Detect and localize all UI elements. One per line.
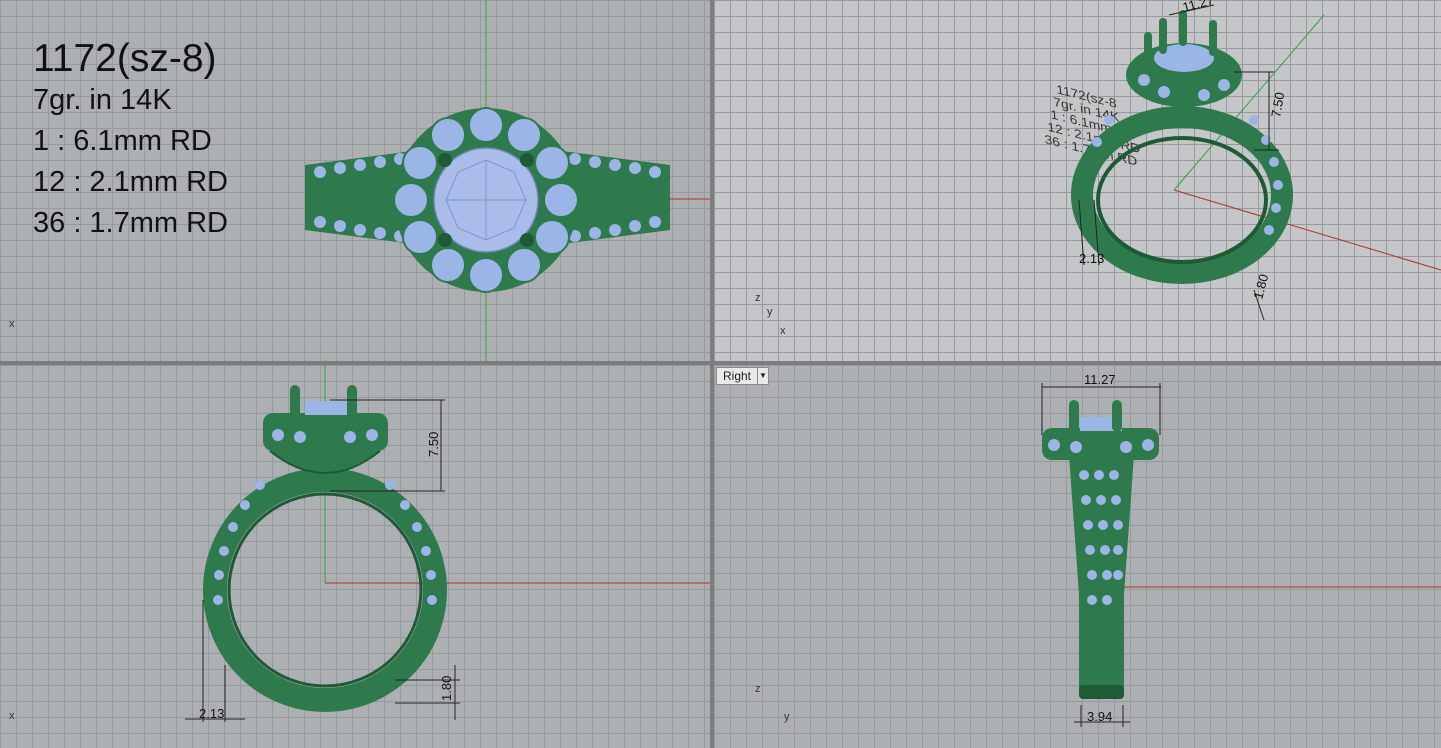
viewport-front[interactable]: 7.50 1.80 2.13 x — [0, 365, 710, 748]
axis-indicator-x: x — [9, 318, 15, 330]
dim-height: 7.50 — [1268, 91, 1287, 119]
dim-width: 11.27 — [1084, 372, 1116, 387]
viewport-top[interactable]: 1172(sz-8) 7gr. in 14K 1 : 6.1mm RD 12 :… — [0, 0, 710, 361]
axis-indicator-x: x — [9, 710, 15, 722]
dim-width: 11.27 — [1181, 0, 1215, 15]
viewport-perspective[interactable]: 1172(sz-8 7gr. in 14K 1 : 6.1mm RD 12 : … — [714, 0, 1441, 361]
dim-band: 1.80 — [439, 676, 454, 701]
front-view-model: 7.50 1.80 2.13 — [185, 365, 710, 722]
ring-shank — [1069, 455, 1134, 695]
axis-indicator-x: x — [780, 325, 786, 337]
dim-shank: 3.94 — [1087, 709, 1112, 724]
dim-height: 7.50 — [426, 432, 441, 457]
dim-band: 1.80 — [1250, 272, 1271, 300]
viewport-right[interactable]: Right ▼ 11.27 3.94 z y — [714, 365, 1441, 748]
axis-indicator-z: z — [755, 292, 761, 304]
dim-shank: 2.13 — [1079, 251, 1104, 266]
axis-indicator-z: z — [755, 683, 761, 695]
center-stone — [305, 401, 350, 415]
right-view-model: 11.27 3.94 — [1041, 372, 1441, 727]
perspective-view-model: 1172(sz-8 7gr. in 14K 1 : 6.1mm RD 12 : … — [1044, 0, 1441, 321]
top-view-model — [305, 0, 710, 361]
axis-indicator-y: y — [784, 711, 790, 723]
axis-indicator-y: y — [767, 306, 773, 318]
ring-shank — [1071, 106, 1293, 284]
dim-shank: 2.13 — [199, 706, 224, 721]
